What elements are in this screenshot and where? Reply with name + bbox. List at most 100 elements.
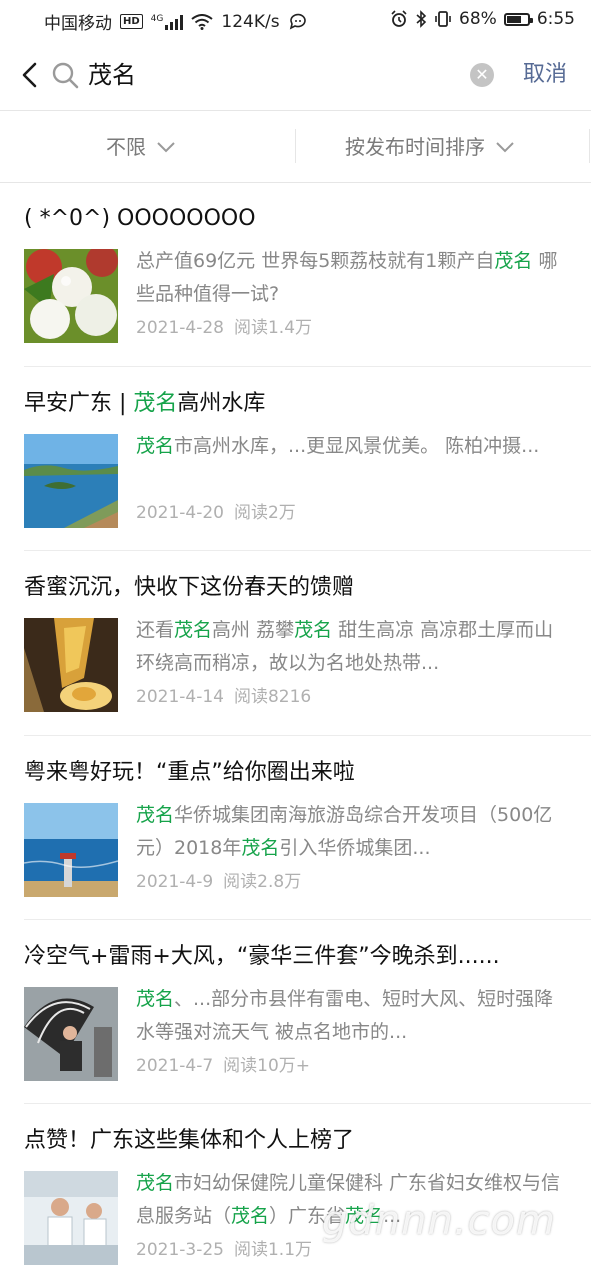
article-meta: 2021-4-20 阅读2万 [136,500,296,526]
sort-filter-dropdown[interactable]: 按发布时间排序 [345,133,515,161]
bluetooth-icon [416,10,427,28]
filter-divider [295,129,296,163]
article-title: ( *^0^) OOOOOOOO [24,202,256,236]
article-title: 香蜜沉沉，快收下这份春天的馈赠 [24,571,354,605]
article-snippet: 还看茂名高州 荔攀茂名 甜生高凉 高凉郡土厚而山环绕高而稍凉，故以为名地处热带.… [136,614,566,680]
list-item[interactable]: 冷空气+雷雨+大风，“豪华三件套”今晚杀到...... 茂名、...部分市县伴有… [0,920,591,1104]
article-snippet: 茂名华侨城集团南海旅游岛综合开发项目（500亿元）2018年茂名引入华侨城集团.… [136,799,566,865]
umbrella-image [24,987,118,1081]
battery-icon [503,12,533,26]
publish-date: 2021-4-7 [136,1056,214,1076]
article-title: 冷空气+雷雨+大风，“豪华三件套”今晚杀到...... [24,940,500,974]
text-segment: 香蜜沉沉，快收下这份春天的馈赠 [24,575,355,600]
publish-date: 2021-4-14 [136,687,224,707]
text-segment: 高州水库 [177,391,266,416]
alarm-icon [391,10,407,27]
article-thumbnail [24,987,118,1081]
text-segment: 早安广东 | [24,391,134,416]
publish-date: 2021-4-9 [136,872,214,892]
read-count: 阅读2.8万 [223,872,302,892]
text-segment: 冷空气+雷雨+大风，“豪华三件套”今晚杀到...... [24,944,500,969]
search-icon [52,62,79,89]
article-meta: 2021-4-28 阅读1.4万 [136,315,312,341]
article-snippet: 茂名市高州水库，...更显风景优美。 陈柏冲摄... [136,430,566,496]
read-count: 阅读2万 [233,503,296,523]
filter-divider [589,129,590,163]
clock: 6:55 [536,9,575,29]
clear-search-button[interactable]: ✕ [470,63,494,87]
keyword-highlight: 茂名 [136,1172,175,1194]
publish-date: 2021-3-25 [136,1240,224,1260]
list-item[interactable]: ( *^0^) OOOOOOOO 总产值69亿元 世界每5颗荔枝就有1颗产自茂名… [0,182,591,367]
chat-bubble-icon [289,13,306,29]
read-count: 阅读1.4万 [233,318,313,338]
lychee-image [24,249,118,343]
article-title: 点赞！广东这些集体和个人上榜了 [24,1124,354,1158]
reservoir-image [24,434,118,528]
chevron-down-icon [496,142,514,153]
honey-image [24,618,118,712]
read-count: 阅读8216 [233,687,312,707]
sort-filter-label: 按发布时间排序 [345,135,485,159]
keyword-highlight: 茂名 [294,619,333,641]
list-item[interactable]: 点赞！广东这些集体和个人上榜了 茂名市妇幼保健院儿童保健科 广东省妇女维权与信息… [0,1104,591,1280]
carrier-label: 中国移动 [44,14,112,34]
filter-bar: 不限 按发布时间排序 [0,111,591,183]
status-bar: 中国移动 HD 4G 124K/s 68% 6:55 [0,0,591,40]
article-title: 早安广东 | 茂名高州水库 [24,387,265,421]
article-title: 粤来粤好玩！“重点”给你圈出来啦 [24,756,355,790]
article-thumbnail [24,803,118,897]
text-segment: 点赞！广东这些集体和个人上榜了 [24,1128,355,1153]
network-type-label: 4G [150,13,164,24]
scope-filter-label: 不限 [106,135,146,159]
keyword-highlight: 茂名 [241,837,280,859]
publish-date: 2021-4-20 [136,503,224,523]
text-segment: 总产值69亿元 世界每5颗荔枝就有1颗产自 [136,250,495,272]
hd-badge: HD [120,14,143,29]
battery-percent: 68% [459,9,497,29]
wifi-icon [191,13,213,30]
scope-filter-dropdown[interactable]: 不限 [106,133,176,161]
article-thumbnail [24,1171,118,1265]
text-segment: 引入华侨城集团... [279,837,431,859]
cancel-button[interactable]: 取消 [523,60,567,90]
text-segment: 、...部分市县伴有雷电、短时大风、短时强降水等强对流天气 被点名地市的... [136,988,554,1043]
article-thumbnail [24,618,118,712]
text-segment: 粤来粤好玩！“重点”给你圈出来啦 [24,760,355,785]
network-speed: 124K/s [221,11,280,32]
back-arrow-icon[interactable] [16,60,46,90]
list-item[interactable]: 香蜜沉沉，快收下这份春天的馈赠 还看茂名高州 荔攀茂名 甜生高凉 高凉郡土厚而山… [0,551,591,736]
read-count: 阅读10万+ [223,1056,311,1076]
list-item[interactable]: 粤来粤好玩！“重点”给你圈出来啦 茂名华侨城集团南海旅游岛综合开发项目（500亿… [0,736,591,920]
keyword-highlight: 茂名 [136,988,175,1010]
article-meta: 2021-4-14 阅读8216 [136,684,311,710]
keyword-highlight: 茂名 [174,619,213,641]
keyword-highlight: 茂名 [231,1205,270,1227]
text-segment: ( *^0^) OOOOOOOO [24,206,256,231]
keyword-highlight: 茂名 [136,804,175,826]
sea-image [24,803,118,897]
article-meta: 2021-3-25 阅读1.1万 [136,1237,312,1263]
search-header: 茂名 ✕ 取消 [0,40,591,111]
article-meta: 2021-4-7 阅读10万+ [136,1053,310,1079]
article-thumbnail [24,249,118,343]
watermark: gdnnn.com [322,1198,556,1244]
read-count: 阅读1.1万 [233,1240,313,1260]
article-thumbnail [24,434,118,528]
keyword-highlight: 茂名 [494,250,533,272]
search-input[interactable]: 茂名 [88,58,136,92]
close-icon: ✕ [475,65,489,84]
text-segment: 市高州水库，...更显风景优美。 陈柏冲摄... [174,435,540,457]
text-segment: 高州 荔攀 [212,619,295,641]
article-meta: 2021-4-9 阅读2.8万 [136,869,301,895]
article-snippet: 茂名、...部分市县伴有雷电、短时大风、短时强降水等强对流天气 被点名地市的..… [136,983,566,1049]
chevron-down-icon [157,142,175,153]
publish-date: 2021-4-28 [136,318,224,338]
text-segment: 还看 [136,619,175,641]
lab-image [24,1171,118,1265]
keyword-highlight: 茂名 [133,391,178,416]
cellular-signal-icon: 4G [151,14,184,30]
vibrate-icon [435,11,451,27]
article-snippet: 总产值69亿元 世界每5颗荔枝就有1颗产自茂名 哪些品种值得一试? [136,245,566,311]
list-item[interactable]: 早安广东 | 茂名高州水库 茂名市高州水库，...更显风景优美。 陈柏冲摄...… [0,367,591,551]
